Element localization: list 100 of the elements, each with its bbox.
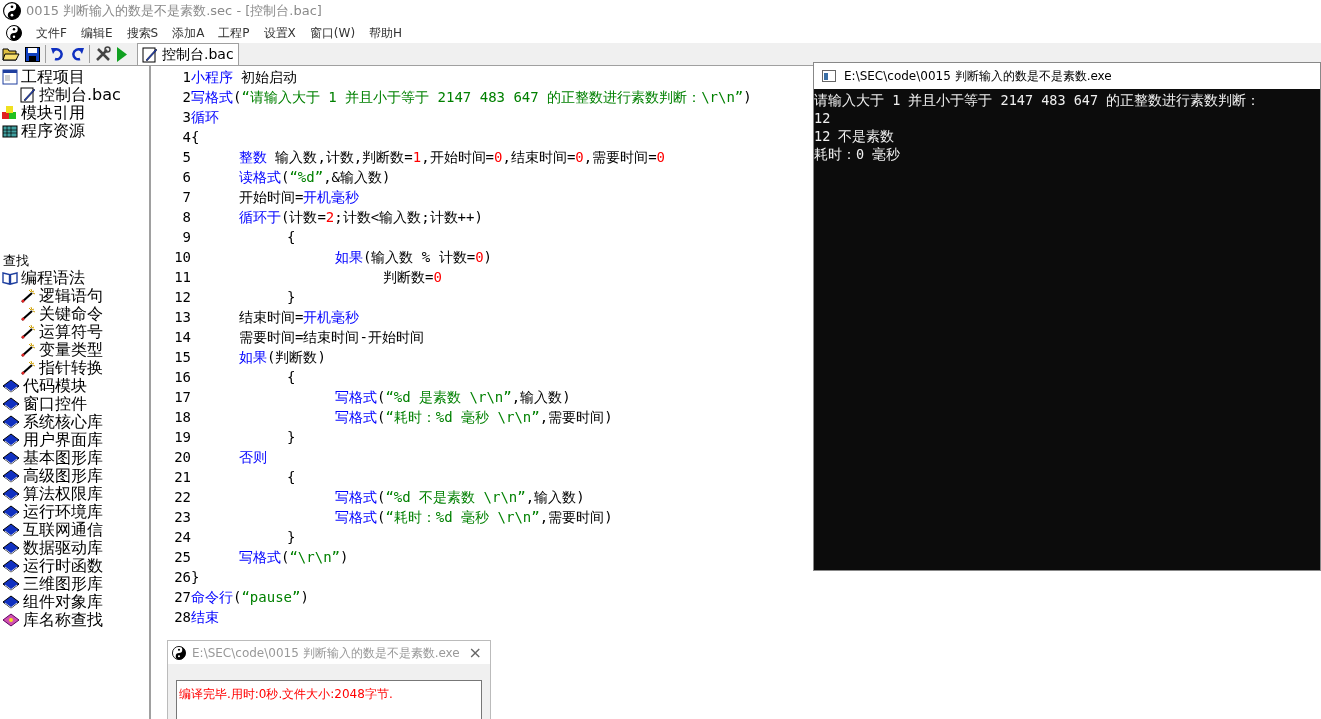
line-number: 13 — [173, 307, 191, 327]
line-number: 4 — [181, 127, 191, 147]
code-line: 开始时间=开机毫秒 — [239, 187, 360, 207]
tree-item[interactable]: 工程项目 — [21, 68, 85, 86]
tools-icon[interactable] — [95, 46, 111, 62]
code-line: 如果(判断数) — [239, 347, 326, 367]
code-line: 小程序 初始启动 — [191, 67, 298, 87]
tree-item[interactable]: 变量类型 — [39, 341, 103, 359]
menu-item[interactable]: 文件F — [36, 23, 67, 42]
open-folder-icon[interactable] — [2, 46, 20, 62]
menu-item[interactable]: 帮助H — [369, 23, 403, 42]
line-number: 9 — [181, 227, 191, 247]
line-number: 25 — [173, 547, 191, 567]
tree-item[interactable]: 控制台.bac — [39, 86, 121, 104]
code-line: { — [287, 227, 296, 247]
close-button[interactable]: × — [468, 644, 482, 661]
line-number: 26 — [173, 567, 191, 587]
line-number: 22 — [173, 487, 191, 507]
tree-item[interactable]: 窗口控件 — [23, 395, 87, 413]
tree-item[interactable]: 算法权限库 — [23, 485, 103, 503]
file-tab[interactable]: 控制台.bac — [137, 43, 239, 65]
line-number: 24 — [173, 527, 191, 547]
code-line: 写格式(“%d 是素数 \r\n”,输入数) — [335, 387, 571, 407]
line-number: 18 — [173, 407, 191, 427]
line-number: 17 — [173, 387, 191, 407]
line-number: 3 — [181, 107, 191, 127]
tree-item[interactable]: 运行环境库 — [23, 503, 103, 521]
redo-icon[interactable] — [70, 47, 84, 61]
magic-wand-icon — [20, 324, 36, 340]
code-line: 写格式(“\r\n”) — [239, 547, 349, 567]
save-icon[interactable] — [25, 46, 40, 62]
tree-item[interactable]: 编程语法 — [21, 269, 85, 287]
search-label: 查找 — [2, 252, 30, 269]
magic-wand-icon — [20, 342, 36, 358]
line-number: 14 — [173, 327, 191, 347]
menu-item[interactable]: 添加A — [172, 23, 205, 42]
line-number: 20 — [173, 447, 191, 467]
code-line: 结束时间=开机毫秒 — [239, 307, 360, 327]
yin-yang-icon — [172, 645, 186, 660]
undo-icon[interactable] — [51, 47, 65, 61]
line-number: 1 — [181, 67, 191, 87]
tree-item[interactable]: 程序资源 — [21, 122, 85, 140]
tree-item[interactable]: 指针转换 — [39, 359, 103, 377]
cubes-icon — [2, 105, 18, 121]
tree-item[interactable]: 三维图形库 — [23, 575, 103, 593]
line-number: 11 — [173, 267, 191, 287]
run-icon[interactable] — [116, 46, 128, 62]
code-line: 结束 — [191, 607, 219, 627]
code-line: 循环 — [191, 107, 219, 127]
grid-icon — [2, 123, 18, 139]
tree-item[interactable]: 模块引用 — [21, 104, 85, 122]
line-number: 5 — [181, 147, 191, 167]
dialog-title: E:\SEC\code\0015 判断输入的数是不是素数.exe — [192, 644, 461, 662]
line-number: 28 — [173, 607, 191, 627]
code-line: 整数 输入数,计数,判断数=1,开始时间=0,结束时间=0,需要时间=0 — [239, 147, 666, 167]
line-number: 10 — [173, 247, 191, 267]
tree-item[interactable]: 关键命令 — [39, 305, 103, 323]
tree-item[interactable]: 运行时函数 — [23, 557, 103, 575]
menu-item[interactable]: 搜索S — [126, 23, 159, 42]
tree-item[interactable]: 互联网通信 — [23, 521, 103, 539]
tree-item[interactable]: 系统核心库 — [23, 413, 103, 431]
tree-item[interactable]: 用户界面库 — [23, 431, 103, 449]
code-line: 否则 — [239, 447, 267, 467]
line-number: 8 — [181, 207, 191, 227]
tree-item[interactable]: 组件对象库 — [23, 593, 103, 611]
book-icon — [2, 612, 20, 628]
code-line: 写格式(“耗时：%d 毫秒 \r\n”,需要时间) — [335, 407, 613, 427]
menu-item[interactable]: 窗口(W) — [309, 23, 356, 42]
code-line: } — [287, 427, 296, 447]
code-line: 写格式(“请输入大于 1 并且小于等于 2147 483 647 的正整数进行素数判断：\r\n”) — [191, 87, 752, 107]
code-line: 判断数=0 — [383, 267, 442, 287]
code-line: 读格式(“%d”,&输入数) — [239, 167, 391, 187]
code-line: 写格式(“%d 不是素数 \r\n”,输入数) — [335, 487, 585, 507]
line-number: 27 — [173, 587, 191, 607]
console-output: 耗时：0 毫秒 — [814, 145, 902, 163]
line-number: 7 — [181, 187, 191, 207]
tree-item[interactable]: 库名称查找 — [23, 611, 103, 629]
menu-item[interactable]: 工程P — [218, 23, 250, 42]
console-output: 12 — [814, 109, 832, 127]
tree-item[interactable]: 基本图形库 — [23, 449, 103, 467]
line-number: 21 — [173, 467, 191, 487]
code-line: } — [191, 567, 200, 587]
menu-item[interactable]: 编辑E — [80, 23, 113, 42]
yin-yang-icon — [6, 24, 22, 41]
code-line: 写格式(“耗时：%d 毫秒 \r\n”,需要时间) — [335, 507, 613, 527]
console-icon — [822, 70, 836, 82]
code-line: { — [287, 467, 296, 487]
line-number: 15 — [173, 347, 191, 367]
tree-item[interactable]: 逻辑语句 — [39, 287, 103, 305]
pencil-document-icon — [20, 87, 36, 103]
code-line: { — [191, 127, 200, 147]
tree-item[interactable]: 代码模块 — [23, 377, 87, 395]
tree-item[interactable]: 运算符号 — [39, 323, 103, 341]
console-title: E:\SEC\code\0015 判断输入的数是不是素数.exe — [844, 68, 1112, 85]
menu-item[interactable]: 设置X — [263, 23, 296, 42]
tree-item[interactable]: 数据驱动库 — [23, 539, 103, 557]
code-line: 循环于(计数=2;计数<输入数;计数++) — [239, 207, 483, 227]
tree-item[interactable]: 高级图形库 — [23, 467, 103, 485]
magic-wand-icon — [20, 360, 36, 376]
magic-wand-icon — [20, 306, 36, 322]
